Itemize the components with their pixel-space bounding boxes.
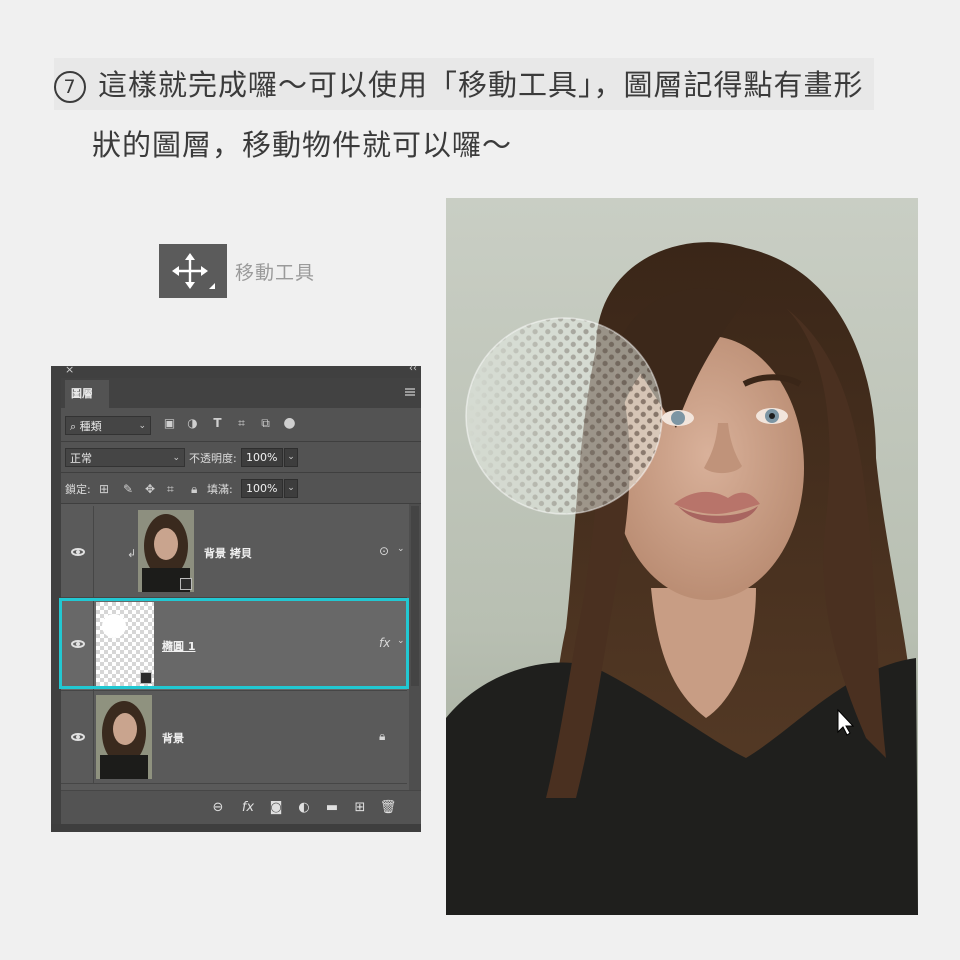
filter-kind-select[interactable]: ⌕ 種類 ⌄ (65, 416, 151, 435)
layer-thumbnail (138, 510, 194, 592)
instruction-line-2: 狀的圖層，移動物件就可以囉～ (92, 128, 513, 162)
lock-paint-icon[interactable]: ✎ (123, 482, 133, 496)
fill-label: 填滿: (207, 483, 233, 496)
visibility-eye-icon[interactable] (71, 733, 85, 741)
delete-layer-icon[interactable]: 🗑︎ (379, 800, 397, 815)
panel-title-bar: × ‹‹ (51, 366, 421, 378)
layer-row-background[interactable]: 背景 🔒︎ (61, 691, 407, 784)
close-icon[interactable]: × (65, 366, 74, 376)
shape-filter-icon[interactable]: ⌗ (235, 417, 248, 430)
scrollbar[interactable] (409, 504, 421, 790)
canvas-photo[interactable] (446, 198, 918, 915)
layer-thumbnail (96, 695, 152, 779)
step-number: 7 (54, 71, 86, 103)
opacity-dropdown-icon[interactable]: ⌄ (284, 448, 298, 467)
lock-artboard-icon[interactable]: ⌗ (167, 482, 174, 497)
image-filter-icon[interactable]: ▣ (163, 417, 176, 430)
lock-all-icon[interactable]: 🔒︎ (191, 482, 197, 497)
adjustment-filter-icon[interactable]: ◑ (186, 417, 199, 430)
chevron-down-icon: ⌄ (138, 421, 146, 431)
new-group-icon[interactable]: ▬ (323, 800, 341, 815)
clipping-mask-icon: ↲ (127, 547, 137, 560)
fill-dropdown-icon[interactable]: ⌄ (284, 479, 298, 498)
lock-position-icon[interactable]: ✥ (145, 482, 155, 496)
link-layers-icon[interactable]: ⊖ (209, 800, 227, 815)
filter-row: ⌕ 種類 ⌄ ▣ ◑ T ⌗ ⧉ ● (61, 408, 421, 442)
blend-row: 正常 ⌄ 不透明度: 100% ⌄ (61, 442, 421, 473)
instruction-line-1: 7 這樣就完成囉～可以使用「移動工具」，圖層記得點有畫形 (54, 58, 874, 110)
add-mask-icon[interactable]: ◙ (267, 800, 285, 815)
type-filter-icon[interactable]: T (211, 417, 224, 430)
panel-menu-icon[interactable] (405, 388, 415, 396)
lock-row: 鎖定: ⊞ ✎ ✥ ⌗ 🔒︎ 填滿: 100% ⌄ (61, 473, 421, 504)
layer-row-background-copy[interactable]: ↲ 背景 拷貝 ⊙ ⌄ (61, 506, 407, 598)
layers-panel: × ‹‹ 圖層 ⌕ 種類 ⌄ ▣ ◑ T ⌗ ⧉ ● 正常 ⌄ 不透明度: 10… (51, 366, 421, 832)
move-arrows-icon (172, 253, 215, 289)
panel-tab-bar: 圖層 (61, 378, 421, 408)
layer-name: 背景 拷貝 (204, 547, 252, 560)
new-layer-icon[interactable]: ⊞ (351, 800, 369, 815)
smart-object-badge-icon (180, 578, 192, 590)
selected-layer-highlight (59, 598, 409, 689)
smart-object-filter-icon[interactable]: ⧉ (259, 417, 272, 430)
lock-transparent-icon[interactable]: ⊞ (99, 482, 109, 496)
layer-name: 背景 (162, 732, 184, 745)
portrait-image (446, 198, 918, 915)
tab-layers[interactable]: 圖層 (65, 380, 109, 408)
lock-label: 鎖定: (65, 483, 91, 496)
search-icon: ⌕ (70, 420, 77, 433)
visibility-eye-icon[interactable] (71, 548, 85, 556)
new-adjustment-icon[interactable]: ◐ (295, 800, 313, 815)
opacity-input[interactable]: 100% (241, 448, 283, 467)
instruction-text-1: 這樣就完成囉～可以使用「移動工具」，圖層記得點有畫形 (98, 68, 864, 102)
chevron-down-icon[interactable]: ⌄ (397, 544, 405, 554)
chevron-down-icon: ⌄ (172, 453, 180, 463)
move-tool-button[interactable] (159, 244, 227, 298)
collapse-icon[interactable]: ‹‹ (409, 366, 417, 374)
panel-bottom-toolbar: ⊖ fx ◙ ◐ ▬ ⊞ 🗑︎ (61, 790, 421, 825)
filter-toggle-icon[interactable]: ● (283, 416, 296, 430)
move-tool-label: 移動工具 (235, 262, 316, 284)
lock-icon: 🔒︎ (379, 729, 386, 743)
opacity-label: 不透明度: (189, 452, 237, 465)
smart-filter-icon[interactable]: ⊙ (379, 544, 389, 558)
fill-input[interactable]: 100% (241, 479, 283, 498)
add-style-icon[interactable]: fx (239, 800, 257, 815)
blend-mode-select[interactable]: 正常 ⌄ (65, 448, 185, 467)
